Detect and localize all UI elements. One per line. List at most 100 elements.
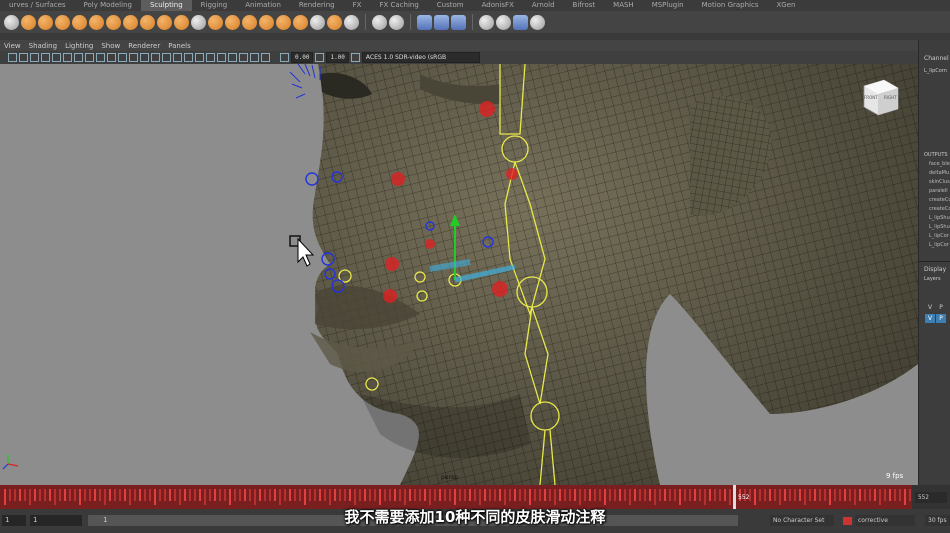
erase-tool-icon[interactable] xyxy=(310,14,325,30)
shadows-icon[interactable] xyxy=(206,53,215,62)
output-node-item[interactable]: deltaMu xyxy=(929,170,949,176)
film-gate-icon[interactable] xyxy=(85,53,94,62)
channel-box-title[interactable]: Channel xyxy=(924,55,949,62)
textured-icon[interactable] xyxy=(184,53,193,62)
smooth-tool-icon[interactable] xyxy=(21,14,36,30)
output-node-item[interactable]: L_lipCor xyxy=(929,242,949,248)
shelf-tab-6[interactable]: FX xyxy=(344,0,371,11)
amplify-tool-icon[interactable] xyxy=(276,14,291,30)
bulge-tool-icon[interactable] xyxy=(259,14,274,30)
color-space-dropdown[interactable]: ACES 1.0 SDR-video (sRGB xyxy=(361,52,480,63)
pose-tool-icon[interactable] xyxy=(479,14,494,30)
foamy-tool-icon[interactable] xyxy=(106,14,121,30)
safe-title-icon[interactable] xyxy=(140,53,149,62)
resolution-gate-icon[interactable] xyxy=(96,53,105,62)
flatten-tool-icon[interactable] xyxy=(89,14,104,30)
freeze-tool-icon[interactable] xyxy=(293,14,308,30)
smear-tool-icon[interactable] xyxy=(242,14,257,30)
current-frame-field[interactable]: 552 xyxy=(915,492,947,503)
image-plane-icon[interactable] xyxy=(41,53,50,62)
wrap-tool-icon[interactable] xyxy=(530,14,545,30)
gamma-icon[interactable] xyxy=(315,53,325,62)
use-all-lights-icon[interactable] xyxy=(195,53,204,62)
isolate-select-icon[interactable] xyxy=(239,53,248,62)
blend-tool-icon[interactable] xyxy=(513,14,528,30)
shelf-tab-2[interactable]: Sculpting xyxy=(140,0,192,11)
wireframe-on-shaded-icon[interactable] xyxy=(173,53,182,62)
imprint-tool-icon[interactable] xyxy=(157,14,172,30)
camera-attributes-icon[interactable] xyxy=(19,53,28,62)
uv-editor-icon[interactable] xyxy=(451,14,466,30)
xray-joints-icon[interactable] xyxy=(261,53,270,62)
viewport-menu-panels[interactable]: Panels xyxy=(164,42,195,50)
grab-tool-icon[interactable] xyxy=(55,14,70,30)
color-management-icon[interactable] xyxy=(350,53,360,62)
pinch-tool-icon[interactable] xyxy=(72,14,87,30)
safe-action-icon[interactable] xyxy=(129,53,138,62)
fill-tool-icon[interactable] xyxy=(208,14,223,30)
output-node-item[interactable]: createCo xyxy=(929,206,950,212)
viewport-menu-view[interactable]: View xyxy=(0,42,25,50)
bookmark-icon[interactable] xyxy=(30,53,39,62)
shelf-tab-5[interactable]: Rendering xyxy=(290,0,344,11)
spray-tool-icon[interactable] xyxy=(123,14,138,30)
layers-menu[interactable]: Layers xyxy=(924,276,941,282)
2d-pan-zoom-icon[interactable] xyxy=(52,53,61,62)
xray-icon[interactable] xyxy=(250,53,259,62)
viewport-menu-renderer[interactable]: Renderer xyxy=(124,42,164,50)
grid-toggle-icon[interactable] xyxy=(74,53,83,62)
smooth-shade-icon[interactable] xyxy=(162,53,171,62)
deform-tool-icon[interactable] xyxy=(496,14,511,30)
ambient-occlusion-icon[interactable] xyxy=(217,53,226,62)
exposure-icon[interactable] xyxy=(280,53,289,62)
shelf-tab-9[interactable]: AdonisFX xyxy=(473,0,523,11)
shelf-tab-12[interactable]: MASH xyxy=(604,0,643,11)
gamma-field[interactable]: 1.00 xyxy=(326,52,349,63)
output-node-item[interactable]: L_lipCor xyxy=(929,233,949,239)
shelf-tab-10[interactable]: Arnold xyxy=(523,0,564,11)
wireframe-icon[interactable] xyxy=(151,53,160,62)
output-node-item[interactable]: skinClus xyxy=(929,179,950,185)
repeat-tool-icon[interactable] xyxy=(140,14,155,30)
gate-mask-icon[interactable] xyxy=(107,53,116,62)
selected-node-name[interactable]: L_lipCorn xyxy=(924,68,947,74)
shelf-tab-14[interactable]: Motion Graphics xyxy=(693,0,768,11)
exposure-field[interactable]: 0.00 xyxy=(291,52,314,63)
output-node-item[interactable]: createCo xyxy=(929,197,950,203)
layer-visibility-toggle[interactable]: V xyxy=(925,314,935,323)
grid-tool-icon[interactable] xyxy=(389,14,404,30)
select-camera-icon[interactable] xyxy=(8,53,17,62)
antialiasing-icon[interactable] xyxy=(228,53,237,62)
display-tab[interactable]: Display xyxy=(924,266,946,273)
shelf-tab-4[interactable]: Animation xyxy=(236,0,290,11)
viewport-menu-show[interactable]: Show xyxy=(97,42,124,50)
display-layer-icon[interactable] xyxy=(417,14,432,30)
head-mesh[interactable] xyxy=(310,64,918,485)
shelf-tab-0[interactable]: urves / Surfaces xyxy=(0,0,75,11)
shelf-tab-3[interactable]: Rigging xyxy=(192,0,237,11)
shelf-tab-13[interactable]: MSPlugin xyxy=(643,0,693,11)
shelf-tab-11[interactable]: Bifrost xyxy=(564,0,605,11)
grease-pencil-icon[interactable] xyxy=(63,53,72,62)
shelf-tab-15[interactable]: XGen xyxy=(768,0,805,11)
knife-tool-icon[interactable] xyxy=(225,14,240,30)
mask-tool-icon[interactable] xyxy=(327,14,342,30)
output-node-item[interactable]: L_lipShu xyxy=(929,215,950,221)
shelf-tab-8[interactable]: Custom xyxy=(428,0,473,11)
output-node-item[interactable]: paralell xyxy=(929,188,948,194)
viewport-persp[interactable]: FRONT RIGHT persp 9 fps xyxy=(0,64,918,485)
render-layer-icon[interactable] xyxy=(434,14,449,30)
wax-tool-icon[interactable] xyxy=(174,14,189,30)
wire-tool-icon[interactable] xyxy=(372,14,387,30)
viewport-menu-shading[interactable]: Shading xyxy=(25,42,61,50)
field-chart-icon[interactable] xyxy=(118,53,127,62)
stamp-tool-icon[interactable] xyxy=(344,14,359,30)
shelf-tab-1[interactable]: Poly Modeling xyxy=(75,0,141,11)
shelf-tab-7[interactable]: FX Caching xyxy=(370,0,427,11)
scrape-tool-icon[interactable] xyxy=(191,14,206,30)
viewport-menu-lighting[interactable]: Lighting xyxy=(61,42,97,50)
output-node-item[interactable]: L_lipShu xyxy=(929,224,950,230)
relax-tool-icon[interactable] xyxy=(38,14,53,30)
output-node-item[interactable]: face_ble xyxy=(929,161,950,167)
layer-playback-toggle[interactable]: P xyxy=(936,314,946,323)
